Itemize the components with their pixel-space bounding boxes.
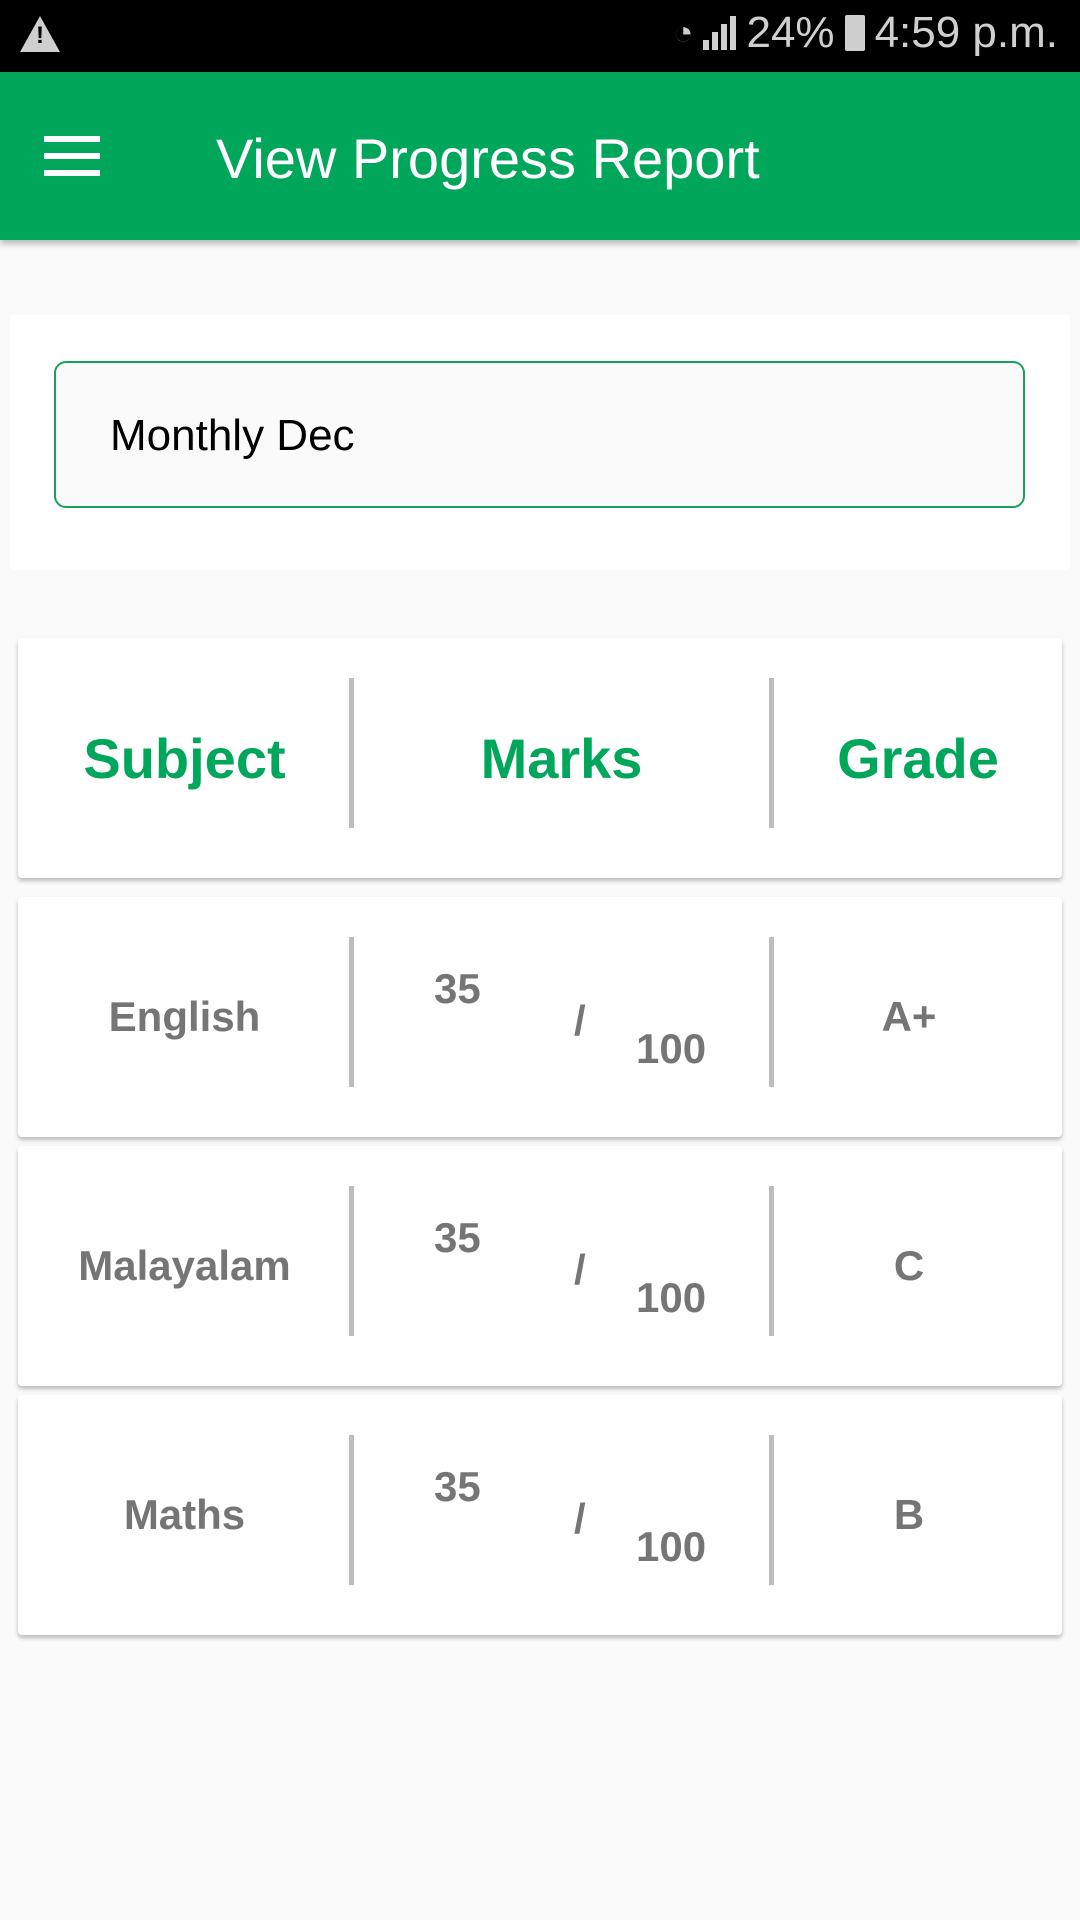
header-grade: Grade — [837, 726, 999, 790]
marks-separator: / — [574, 997, 586, 1044]
subject-cell: Maths — [123, 1491, 246, 1538]
clock: 4:59 p.m. — [874, 8, 1058, 57]
table-header: Subject Marks Grade — [18, 638, 1062, 878]
header-subject: Subject — [83, 726, 286, 790]
status-bar: ◔ 24% 4:59 p.m. — [0, 0, 1080, 72]
marks-obtained: 35 — [434, 1214, 481, 1261]
subject-cell: Malayalam — [78, 1242, 291, 1289]
grade-cell: A+ — [881, 993, 937, 1040]
divider — [349, 1435, 354, 1585]
grade-cell: C — [893, 1242, 925, 1289]
marks-total: 100 — [636, 1274, 707, 1321]
marks-separator: / — [574, 1246, 586, 1293]
marks-separator: / — [574, 1495, 586, 1542]
app-bar: View Progress Report — [0, 72, 1080, 240]
table-row: English 35 / 100 A+ — [18, 897, 1062, 1137]
battery-percent: 24% — [746, 8, 835, 57]
page-title: View Progress Report — [216, 127, 760, 190]
battery-charging-icon — [844, 15, 865, 51]
exam-selector-dropdown[interactable]: Monthly Dec — [54, 361, 1025, 508]
exam-selector-card: Monthly Dec — [10, 315, 1070, 570]
divider — [349, 937, 354, 1087]
divider — [349, 1186, 354, 1336]
table-row: Malayalam 35 / 100 C — [18, 1146, 1062, 1386]
subject-cell: English — [108, 993, 261, 1040]
table-row: Maths 35 / 100 B — [18, 1395, 1062, 1635]
marks-total: 100 — [636, 1523, 707, 1570]
wifi-icon: ◔ — [672, 13, 694, 52]
marks-total: 100 — [636, 1025, 707, 1072]
marks-obtained: 35 — [434, 965, 481, 1012]
grade-cell: B — [893, 1491, 925, 1538]
header-marks: Marks — [480, 726, 643, 790]
signal-icon — [703, 16, 737, 50]
hamburger-menu-icon[interactable] — [44, 136, 100, 176]
warning-icon — [20, 16, 60, 52]
marks-obtained: 35 — [434, 1463, 481, 1510]
